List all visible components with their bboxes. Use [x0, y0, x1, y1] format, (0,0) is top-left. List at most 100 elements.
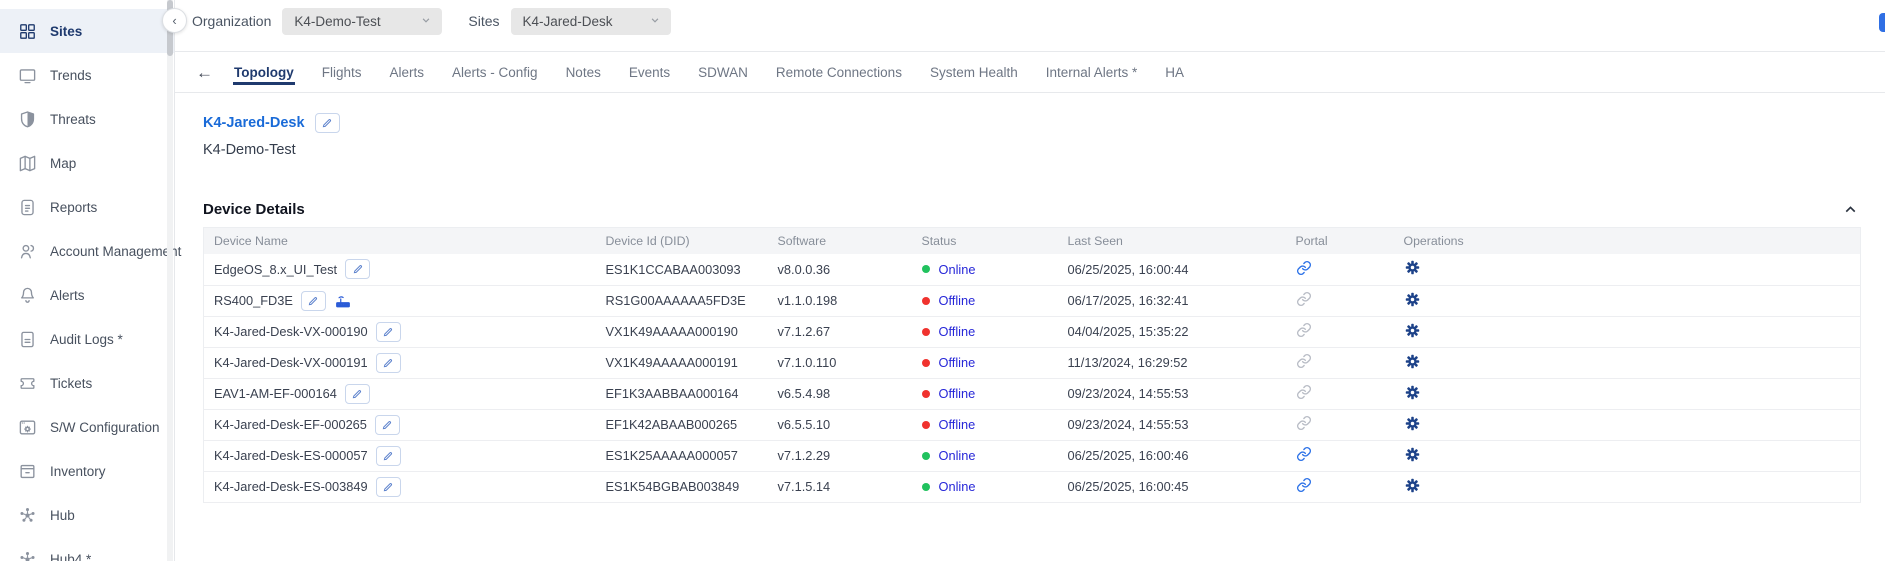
edit-device-name-button[interactable]: [376, 477, 401, 497]
software-version: v1.1.0.198: [768, 285, 912, 316]
tab-remote-connections[interactable]: Remote Connections: [775, 59, 903, 85]
tab-events[interactable]: Events: [628, 59, 671, 85]
device-details-title: Device Details: [203, 201, 305, 218]
link-icon: [1296, 384, 1312, 400]
table-row: K4-Jared-Desk-ES-000057ES1K25AAAAA000057…: [204, 440, 1861, 471]
edit-device-name-button[interactable]: [301, 291, 326, 311]
sidebar-item-label: Audit Logs *: [50, 332, 123, 347]
sidebar-item-sites[interactable]: Sites: [0, 9, 174, 53]
operations-button[interactable]: [1404, 384, 1421, 401]
edit-device-name-button[interactable]: [345, 384, 370, 404]
sidebar-scrollbar[interactable]: [167, 0, 173, 561]
edit-device-name-button[interactable]: [375, 415, 400, 435]
organization-select[interactable]: K4-Demo-Test: [282, 8, 442, 35]
sidebar-collapse-button[interactable]: ‹: [162, 8, 187, 33]
sidebar-item-label: Inventory: [50, 464, 106, 479]
tab-topology[interactable]: Topology: [233, 59, 295, 85]
tab-system-health[interactable]: System Health: [929, 59, 1019, 85]
edit-device-name-button[interactable]: [345, 259, 370, 279]
portal-link-button[interactable]: [1296, 260, 1312, 276]
site-name-link[interactable]: K4-Jared-Desk: [203, 115, 305, 131]
link-icon: [1296, 260, 1312, 276]
main-area: Organization K4-Demo-Test Sites K4-Jared…: [175, 0, 1885, 561]
tab-alerts[interactable]: Alerts: [389, 59, 426, 85]
gear-icon: [1404, 446, 1421, 463]
operations-button[interactable]: [1404, 353, 1421, 370]
operations-button[interactable]: [1404, 291, 1421, 308]
organization-select-value: K4-Demo-Test: [294, 14, 380, 29]
software-version: v7.1.5.14: [768, 471, 912, 502]
sidebar-item-s-w-configuration[interactable]: S/W Configuration: [0, 405, 174, 449]
sidebar-item-hub4[interactable]: Hub4 *: [0, 537, 174, 561]
site-organization-name: K4-Demo-Test: [203, 142, 1861, 158]
collapse-panel-button[interactable]: [1840, 201, 1861, 218]
operations-button[interactable]: [1404, 322, 1421, 339]
status-badge: Offline: [939, 386, 976, 401]
status-badge: Offline: [939, 417, 976, 432]
sidebar-item-inventory[interactable]: Inventory: [0, 449, 174, 493]
operations-button[interactable]: [1404, 259, 1421, 276]
device-id: RS1G00AAAAAA5FD3E: [596, 285, 768, 316]
software-version: v6.5.5.10: [768, 409, 912, 440]
sidebar-item-audit-logs[interactable]: Audit Logs *: [0, 317, 174, 361]
pencil-icon: [382, 357, 394, 369]
status-dot-icon: [922, 452, 930, 460]
edit-site-name-button[interactable]: [315, 113, 340, 133]
edit-device-name-button[interactable]: [376, 353, 401, 373]
status-badge: Offline: [939, 355, 976, 370]
sidebar-item-tickets[interactable]: Tickets: [0, 361, 174, 405]
table-row: RS400_FD3ERS1G00AAAAAA5FD3Ev1.1.0.198Off…: [204, 285, 1861, 316]
tab-flights[interactable]: Flights: [321, 59, 363, 85]
portal-link-button: [1296, 384, 1312, 400]
box-icon: [17, 461, 37, 481]
operations-button[interactable]: [1404, 415, 1421, 432]
last-seen: 04/04/2025, 15:35:22: [1058, 316, 1286, 347]
chevron-up-icon: [1842, 201, 1859, 218]
portal-link-button: [1296, 353, 1312, 369]
table-row: K4-Jared-Desk-EF-000265EF1K42ABAAB000265…: [204, 409, 1861, 440]
tab-ha[interactable]: HA: [1164, 59, 1185, 85]
sidebar-item-label: Hub: [50, 508, 75, 523]
sites-select[interactable]: K4-Jared-Desk: [511, 8, 671, 35]
back-button[interactable]: ←: [196, 64, 213, 81]
window-gear-icon: [17, 417, 37, 437]
software-version: v7.1.0.110: [768, 347, 912, 378]
tab-alerts-config[interactable]: Alerts - Config: [451, 59, 539, 85]
sidebar-item-label: Hub4 *: [50, 552, 91, 561]
tab-internal-alerts[interactable]: Internal Alerts *: [1045, 59, 1139, 85]
status-badge: Offline: [939, 324, 976, 339]
portal-link-button[interactable]: [1296, 477, 1312, 493]
portal-link-button: [1296, 322, 1312, 338]
operations-button[interactable]: [1404, 446, 1421, 463]
pencil-icon: [352, 263, 364, 275]
topbar-edge-partial-button[interactable]: [1879, 13, 1885, 32]
link-icon: [1296, 353, 1312, 369]
gear-icon: [1404, 259, 1421, 276]
column-header-software: Software: [768, 228, 912, 255]
sidebar-item-map[interactable]: Map: [0, 141, 174, 185]
device-id: EF1K42ABAAB000265: [596, 409, 768, 440]
status-badge: Online: [939, 448, 976, 463]
tab-notes[interactable]: Notes: [565, 59, 602, 85]
sidebar-item-threats[interactable]: Threats: [0, 97, 174, 141]
sidebar-item-reports[interactable]: Reports: [0, 185, 174, 229]
sidebar-item-label: Account Management: [50, 244, 181, 259]
sidebar-item-hub[interactable]: Hub: [0, 493, 174, 537]
status-dot-icon: [922, 328, 930, 336]
shield-icon: [17, 109, 37, 129]
operations-button[interactable]: [1404, 477, 1421, 494]
chevron-down-icon: [419, 13, 433, 30]
sidebar-item-alerts[interactable]: Alerts: [0, 273, 174, 317]
monitor-icon: [17, 65, 37, 85]
edit-device-name-button[interactable]: [376, 322, 401, 342]
bell-icon: [17, 285, 37, 305]
sidebar-item-label: Map: [50, 156, 76, 171]
edit-device-name-button[interactable]: [376, 446, 401, 466]
column-header-portal: Portal: [1286, 228, 1394, 255]
sidebar-item-account-management[interactable]: Account Management: [0, 229, 174, 273]
sidebar-item-label: Reports: [50, 200, 97, 215]
tab-sdwan[interactable]: SDWAN: [697, 59, 749, 85]
document-icon: [17, 329, 37, 349]
portal-link-button[interactable]: [1296, 446, 1312, 462]
sidebar-item-trends[interactable]: Trends: [0, 53, 174, 97]
